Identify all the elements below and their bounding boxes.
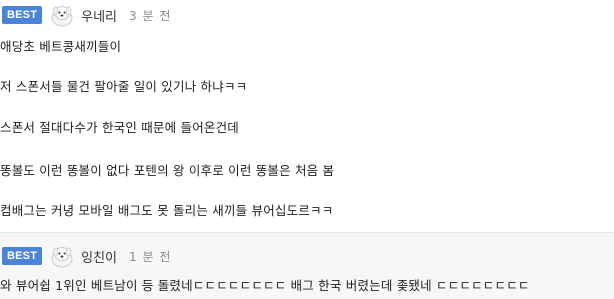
comment-text-line: 스폰서 절대다수가 한국인 때문에 들어온건데 <box>0 120 239 135</box>
best-badge: BEST <box>2 6 43 24</box>
comment-header: BEST 우네리 3 분 전 <box>0 2 171 28</box>
comment-text-line: 컴배그는 커녕 모바일 배그도 못 돌리는 새끼들 뷰어십도르ㅋㅋ <box>0 203 334 218</box>
comment-text-line: 저 스폰서들 물건 팔아줄 일이 있기나 하냐ㅋㅋ <box>0 79 248 94</box>
comment-text-line: 애당초 베트콩새끼들이 <box>0 39 122 54</box>
comment-time: 3 분 전 <box>129 8 172 23</box>
author-name[interactable]: 잉친이 <box>81 247 117 266</box>
comment-text-line: 똥볼도 이런 똥볼이 없다 포텐의 왕 이후로 이런 똥볼은 처음 봄 <box>0 163 335 178</box>
comment-time: 1 분 전 <box>129 249 172 264</box>
best-comment: BEST 잉친이 1 분 전 와 뷰어쉽 1위인 베트남이 등 돌렸네ㄷㄷㄷㄷㄷ… <box>0 232 614 299</box>
dog-avatar-icon[interactable] <box>49 3 75 27</box>
dog-avatar-icon[interactable] <box>49 244 75 268</box>
best-comment: BEST 우네리 3 분 전 애당초 베트콩새끼들이 저 스폰서들 물건 팔아줄… <box>0 0 614 232</box>
comment-header: BEST 잉친이 1 분 전 <box>0 243 171 269</box>
comment-text-line: 와 뷰어쉽 1위인 베트남이 등 돌렸네ㄷㄷㄷㄷㄷㄷㄷㄷ 배그 한국 버렸는데 … <box>0 278 530 293</box>
best-badge: BEST <box>2 247 43 265</box>
author-name[interactable]: 우네리 <box>81 6 117 25</box>
